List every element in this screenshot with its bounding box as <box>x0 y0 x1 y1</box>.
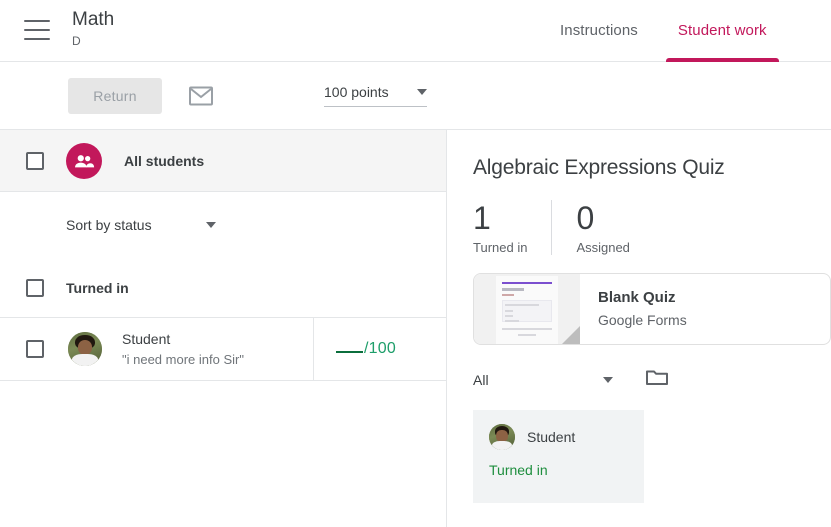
points-value: 100 points <box>324 84 389 100</box>
people-group-icon <box>66 142 102 179</box>
all-students-row[interactable]: All students <box>0 130 446 192</box>
avatar <box>68 332 102 366</box>
section-header-turned-in: Turned in <box>0 258 446 318</box>
grade-input[interactable] <box>336 340 363 353</box>
tab-student-work-label: Student work <box>677 22 767 39</box>
chevron-down-icon <box>603 376 613 383</box>
turned-in-caption: Turned in <box>473 240 528 255</box>
submission-student-name: Student <box>527 429 576 445</box>
student-comment: "i need more info Sir" <box>122 351 244 367</box>
tab-instructions-label: Instructions <box>560 22 638 39</box>
table-row[interactable]: Student "i need more info Sir" /100 <box>0 318 446 381</box>
assigned-count: 0 <box>576 200 595 236</box>
stat-turned-in: 1 Turned in <box>473 200 551 255</box>
tab-student-work[interactable]: Student work <box>658 0 787 62</box>
assignment-title: Algebraic Expressions Quiz <box>473 156 725 179</box>
section-select-checkbox[interactable] <box>26 278 44 297</box>
app-header: Math D Instructions Student work <box>0 0 831 62</box>
sort-value: Sort by status <box>66 217 152 233</box>
list-item[interactable]: Student Turned in <box>473 410 644 503</box>
attachment-info: Blank Quiz Google Forms <box>598 288 687 330</box>
return-button[interactable]: Return <box>68 78 162 114</box>
select-all-checkbox[interactable] <box>26 151 44 170</box>
tab-bar: Instructions Student work <box>540 0 787 62</box>
student-select-checkbox[interactable] <box>26 340 44 358</box>
grade-cell: /100 <box>313 318 446 380</box>
attachment-card[interactable]: Blank Quiz Google Forms <box>473 273 831 345</box>
grade-input-group: /100 <box>336 340 396 358</box>
submission-stats: 1 Turned in 0 Assigned <box>473 200 831 255</box>
submission-filter-row: All <box>473 367 831 392</box>
attachment-type: Google Forms <box>598 312 687 328</box>
tab-instructions[interactable]: Instructions <box>540 0 658 62</box>
student-name: Student <box>122 330 171 347</box>
filter-value: All <box>473 371 489 388</box>
classroom-student-work-page: Math D Instructions Student work Return … <box>0 0 831 527</box>
google-form-thumbnail <box>474 274 580 344</box>
corner-fold-icon <box>562 326 580 344</box>
status-badge: Turned in <box>489 462 548 478</box>
all-students-label: All students <box>124 152 205 169</box>
envelope-icon[interactable] <box>189 86 213 111</box>
chevron-down-icon <box>417 89 427 95</box>
attachment-name: Blank Quiz <box>598 289 676 306</box>
action-toolbar: Return 100 points <box>0 62 831 130</box>
assigned-caption: Assigned <box>576 240 630 255</box>
page-title: Math <box>72 9 115 30</box>
chevron-down-icon <box>206 222 216 228</box>
folder-icon[interactable] <box>645 367 669 392</box>
hamburger-menu-icon[interactable] <box>24 20 50 40</box>
course-section-label: D <box>72 34 81 48</box>
avatar <box>489 424 515 450</box>
grade-max-label: /100 <box>364 340 396 357</box>
sort-row: Sort by status <box>0 192 446 258</box>
course-title-block: Math D <box>72 8 114 49</box>
points-dropdown[interactable]: 100 points <box>324 84 427 107</box>
student-list-pane: All students Sort by status Turned in St… <box>0 130 447 527</box>
student-info: Student "i need more info Sir" <box>122 330 244 369</box>
assignment-detail-pane: Algebraic Expressions Quiz 1 Turned in 0… <box>448 130 831 527</box>
submission-filter-dropdown[interactable]: All <box>473 372 613 388</box>
section-label: Turned in <box>66 279 129 296</box>
stat-assigned: 0 Assigned <box>551 200 630 255</box>
sort-by-status-dropdown[interactable]: Sort by status <box>66 217 216 233</box>
turned-in-count: 1 <box>473 200 491 236</box>
submission-student: Student <box>489 424 644 450</box>
